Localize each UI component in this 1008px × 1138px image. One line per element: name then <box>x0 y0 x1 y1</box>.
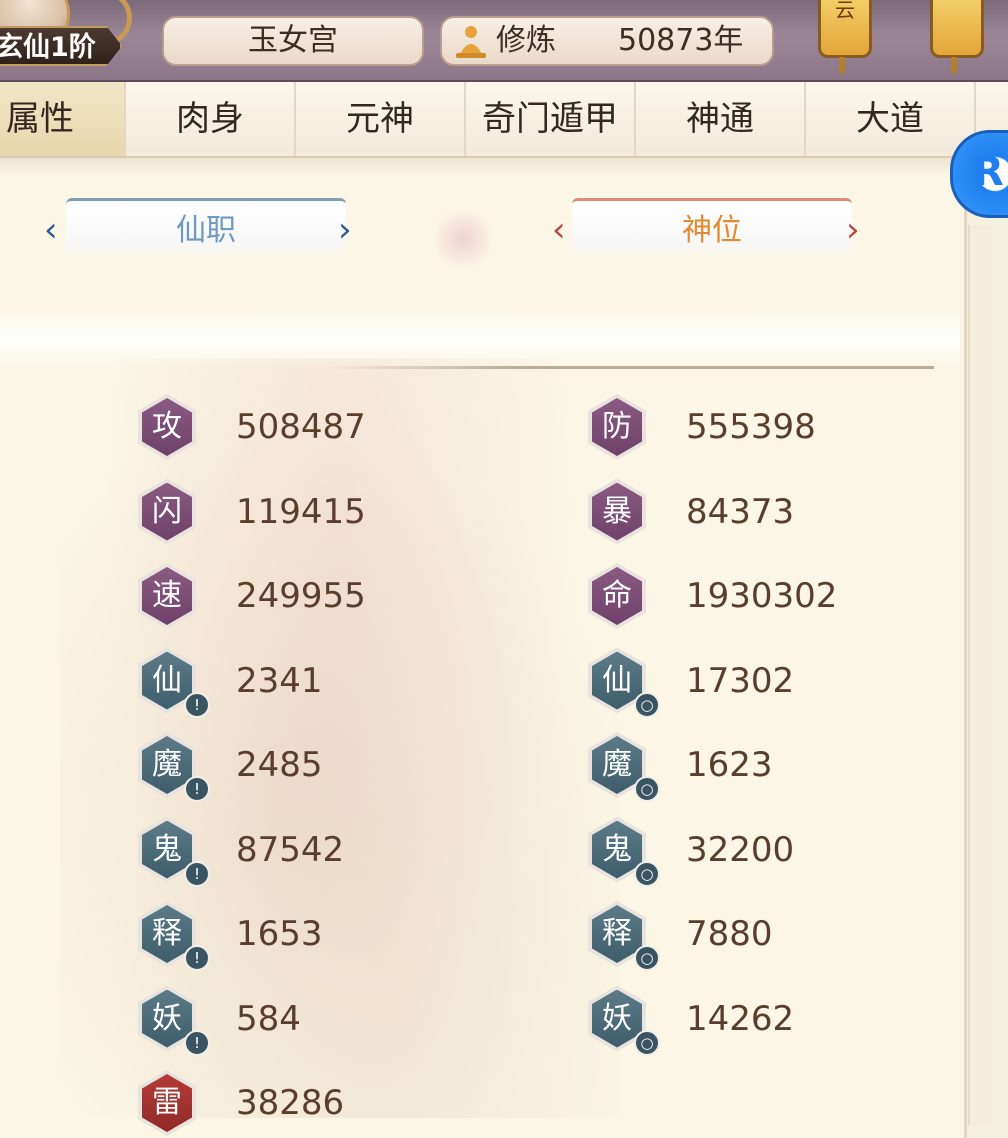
stat-value: 119415 <box>236 491 366 532</box>
shenwei-prev-arrow[interactable]: ‹ <box>552 210 566 250</box>
stat-value: 87542 <box>236 829 345 870</box>
stat-value: 249955 <box>236 576 366 616</box>
stat-hex-icon[interactable]: 攻 <box>138 394 196 460</box>
stat-row: 仙! 2341 <box>138 647 498 718</box>
stat-hex-icon[interactable]: 速 <box>138 563 196 629</box>
panel-top-strip <box>0 158 964 176</box>
stat-char: 闪 <box>142 482 192 541</box>
assistant-letter: R <box>973 149 1004 195</box>
xianzhi-title-banner[interactable]: 仙职 <box>66 198 346 260</box>
blurred-xianzhi-value <box>126 278 276 312</box>
stat-char: 攻 <box>142 398 192 456</box>
stat-row: 命 1930302 <box>588 563 948 633</box>
blurred-shenwei-value <box>630 278 780 312</box>
shenwei-title-banner[interactable]: 神位 <box>572 198 852 260</box>
stat-info-badge-icon[interactable]: ! <box>184 776 210 802</box>
section-divider <box>330 366 934 369</box>
stat-char: 防 <box>592 398 642 456</box>
lantern-label: 云 <box>835 0 855 22</box>
tab-soul[interactable]: 元神 <box>296 82 466 156</box>
stat-value: 17302 <box>686 660 795 701</box>
attribute-panel: ‹ 仙职 › ‹ 神位 › 攻 508487 闪 119415 速 249955 仙! 234… <box>0 158 967 1138</box>
stat-row: 鬼! 87542 <box>138 816 498 887</box>
stat-hex-icon[interactable]: 防 <box>588 394 646 460</box>
stat-info-badge-icon[interactable]: ! <box>184 860 210 887</box>
header-fade <box>0 308 960 368</box>
stat-hex-icon[interactable]: 雷 <box>138 1070 196 1136</box>
stat-row: 魔 ○ 1623 <box>588 732 948 802</box>
stat-hex-icon[interactable]: 暴 <box>588 478 646 545</box>
stat-row: 鬼 ○ 32200 <box>588 816 948 887</box>
stat-value: 14262 <box>686 998 795 1039</box>
top-bar: 玄仙1阶 玉女宫 修炼 50873年 云 <box>0 0 1008 82</box>
stat-row: 妖! 584 <box>138 985 498 1056</box>
shenwei-next-arrow[interactable]: › <box>846 210 860 250</box>
tab-body[interactable]: 肉身 <box>126 82 296 156</box>
stat-value: 1653 <box>236 914 323 954</box>
tab-qimen[interactable]: 奇门遁甲 <box>466 82 636 156</box>
tab-great-dao[interactable]: 大道 <box>806 82 976 156</box>
stat-row: 暴 84373 <box>588 478 948 549</box>
stat-info-badge-icon[interactable]: ○ <box>634 776 660 802</box>
stat-info-badge-icon[interactable]: ○ <box>634 860 660 887</box>
stat-row: 妖 ○ 14262 <box>588 985 948 1056</box>
lantern-button-1[interactable]: 云 <box>818 0 872 73</box>
stat-hex-icon[interactable]: 闪 <box>138 478 196 545</box>
tab-divine-power[interactable]: 神通 <box>636 82 806 156</box>
stat-value: 32200 <box>686 829 795 870</box>
scrollbar[interactable] <box>968 225 992 1125</box>
shenwei-title: 神位 <box>682 213 742 248</box>
stat-row: 速 249955 <box>138 563 498 633</box>
stat-char: 速 <box>142 567 192 625</box>
stat-value: 7880 <box>686 914 773 954</box>
stat-value: 38286 <box>236 1083 345 1123</box>
cultivation-panel[interactable]: 修炼 50873年 <box>440 16 774 66</box>
stat-info-badge-icon[interactable]: ! <box>184 945 210 971</box>
stat-value: 508487 <box>236 407 366 447</box>
stat-value: 2341 <box>236 660 323 701</box>
stat-char: 命 <box>592 567 642 625</box>
stat-value: 84373 <box>686 491 795 532</box>
stat-hex-icon[interactable]: 命 <box>588 563 646 629</box>
stat-row: 防 555398 <box>588 394 948 464</box>
stat-row: 释 ○ 7880 <box>588 901 948 971</box>
center-emblem <box>432 208 494 270</box>
stat-row: 雷 38286 <box>138 1070 498 1138</box>
xianzhi-next-arrow[interactable]: › <box>338 210 352 250</box>
xianzhi-prev-arrow[interactable]: ‹ <box>44 210 58 250</box>
stat-info-badge-icon[interactable]: ! <box>184 1029 210 1056</box>
stat-value: 2485 <box>236 745 323 785</box>
stat-char: 雷 <box>142 1074 192 1132</box>
stat-row: 释! 1653 <box>138 901 498 971</box>
tab-attributes[interactable]: 属性 <box>0 82 126 156</box>
stat-value: 1623 <box>686 745 773 785</box>
stat-info-badge-icon[interactable]: ! <box>184 691 210 718</box>
xianzhi-title: 仙职 <box>176 213 236 248</box>
stat-value: 555398 <box>686 407 816 447</box>
stat-row: 攻 508487 <box>138 394 498 464</box>
stat-info-badge-icon[interactable]: ○ <box>634 1029 660 1056</box>
stat-info-badge-icon[interactable]: ○ <box>634 691 660 718</box>
cultivation-label: 修炼 <box>496 23 556 58</box>
stat-row: 闪 119415 <box>138 478 498 549</box>
stat-info-badge-icon[interactable]: ○ <box>634 945 660 971</box>
stat-value: 1930302 <box>686 576 838 616</box>
rank-badge[interactable]: 玄仙1阶 <box>0 26 122 66</box>
sect-name[interactable]: 玉女宫 <box>162 16 424 66</box>
meditation-icon <box>456 26 486 58</box>
tab-bar: 属性 肉身 元神 奇门遁甲 神通 大道 <box>0 82 1008 159</box>
stat-row: 仙 ○ 17302 <box>588 647 948 718</box>
cultivation-years: 50873年 <box>618 23 744 58</box>
stat-char: 暴 <box>592 482 642 541</box>
lantern-button-2[interactable] <box>930 0 984 73</box>
stat-value: 584 <box>236 998 301 1039</box>
stat-row: 魔! 2485 <box>138 732 498 802</box>
